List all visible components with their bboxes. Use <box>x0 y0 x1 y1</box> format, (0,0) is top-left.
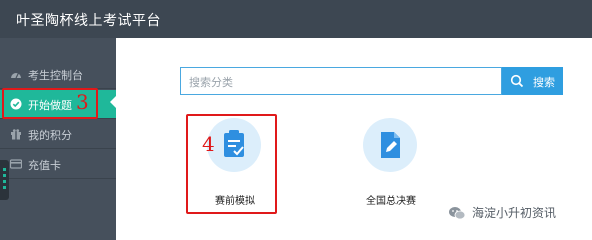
category-card-national-final[interactable]: 全国总决赛 <box>346 118 436 218</box>
sidebar: 考生控制台 开始做题 我的积分 充值卡 <box>0 38 116 240</box>
sidebar-item-recharge-card[interactable]: 充值卡 <box>0 150 116 178</box>
search-field[interactable] <box>180 67 502 95</box>
search-button[interactable]: 搜索 <box>502 67 563 95</box>
app-title: 叶圣陶杯线上考试平台 <box>16 13 161 29</box>
annotation-number: 4 <box>202 132 215 156</box>
annotation-number: 3 <box>76 90 89 114</box>
card-icon <box>10 159 22 169</box>
gift-icon <box>11 129 21 140</box>
drawer-dot <box>3 186 6 189</box>
sidebar-divider <box>0 178 116 179</box>
drawer-dot <box>3 180 6 183</box>
annotation-highlight-box <box>186 114 277 214</box>
sidebar-divider <box>0 148 116 149</box>
sidebar-item-dashboard[interactable]: 考生控制台 <box>0 60 116 88</box>
search-input[interactable] <box>189 74 489 90</box>
sidebar-item-label: 我的积分 <box>28 129 72 142</box>
drawer-dot <box>3 174 6 177</box>
search-button-label: 搜索 <box>533 76 555 89</box>
card-icon-circle <box>363 118 417 172</box>
search-icon <box>510 74 524 88</box>
document-edit-icon <box>381 132 400 158</box>
sidebar-item-label: 考生控制台 <box>28 69 83 82</box>
drawer-dot <box>3 168 6 171</box>
watermark-text: 海淀小升初资讯 <box>472 206 557 220</box>
top-header-bar: 叶圣陶杯线上考试平台 <box>0 0 592 38</box>
side-drawer-handle[interactable] <box>0 160 9 200</box>
sidebar-item-my-points[interactable]: 我的积分 <box>0 120 116 148</box>
dashboard-icon <box>11 72 21 79</box>
wechat-icon <box>449 207 466 220</box>
card-label: 全国总决赛 <box>366 196 416 207</box>
app-window: 叶圣陶杯线上考试平台 考生控制台 开始做题 我的积分 充值卡 3 搜索分类 搜索… <box>0 0 592 240</box>
sidebar-item-label: 充值卡 <box>28 159 61 172</box>
